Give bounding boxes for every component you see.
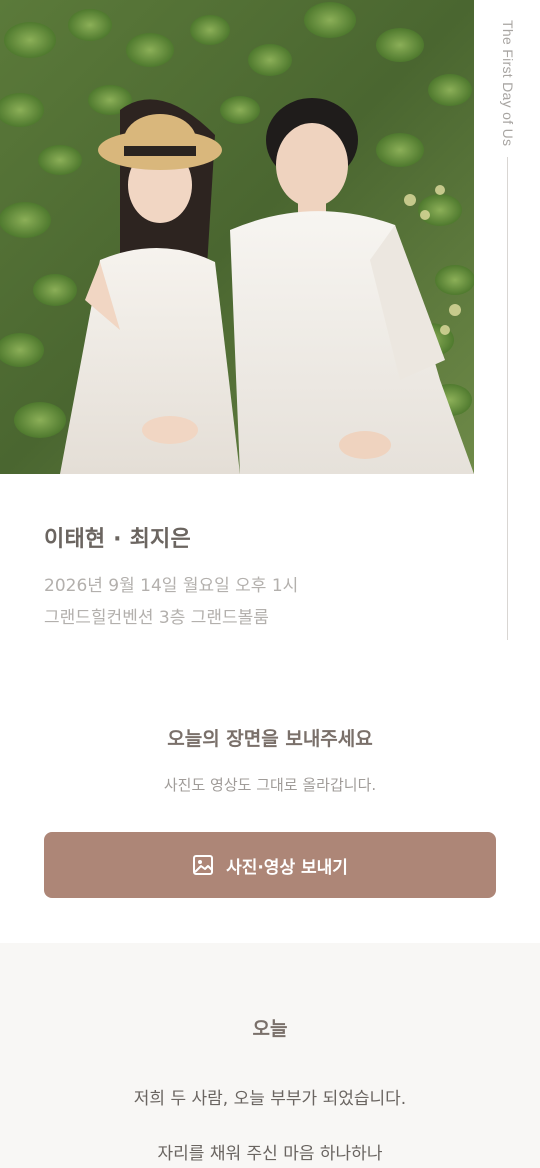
wedding-venue: 그랜드힐컨벤션 3층 그랜드볼룸 [44,608,269,628]
couple-photo [0,0,474,474]
upload-media-button[interactable]: 사진·영상 보내기 [44,832,496,898]
image-icon [192,854,214,876]
rail-divider [507,157,508,640]
greeting-section [0,943,540,1168]
wedding-page: The First Day of Us 이태현 · 최지은 2026년 9월 1… [0,0,540,1168]
wedding-date: 2026년 9월 14일 월요일 오후 1시 [44,576,299,596]
couple-names: 이태현 · 최지은 [44,527,191,552]
share-title: 오늘의 장면을 보내주세요 [167,728,373,750]
greeting-title: 오늘 [252,1018,288,1040]
greeting-line: 자리를 채워 주신 마음 하나하나 [157,1144,383,1164]
greeting-line: 저희 두 사람, 오늘 부부가 되었습니다. [133,1089,407,1109]
upload-button-label: 사진·영상 보내기 [226,857,348,878]
share-subtitle: 사진도 영상도 그대로 올라갑니다. [163,776,377,794]
vertical-caption: The First Day of Us [500,20,516,147]
